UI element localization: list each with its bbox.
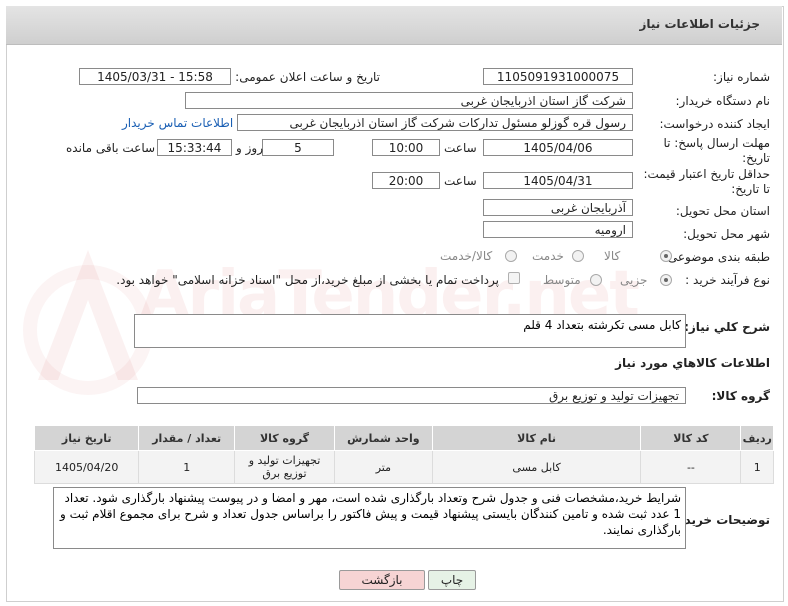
deadline-label-date: تاریخ: <box>742 151 770 165</box>
days-label: روز و <box>236 141 263 155</box>
province-label: استان محل تحویل: <box>675 204 770 218</box>
buyer-notes-textarea[interactable]: شرایط خرید،مشخصات فنی و جدول شرح وتعداد … <box>53 487 686 549</box>
process-radio-medium[interactable] <box>590 274 602 286</box>
column-header-need-date: تاریخ نیاز <box>33 425 140 451</box>
price-validity-label: حداقل تاریخ اعتبار قیمت: <box>643 167 770 181</box>
column-header-unit: واحد شمارش <box>333 425 433 451</box>
creator-field: رسول قره گوزلو مسئول تدارکات شرکت گاز اس… <box>237 114 633 131</box>
price-validity-label-date: تا تاریخ: <box>731 182 770 196</box>
category-label: طبقه بندی موضوعی: <box>663 250 770 264</box>
process-option-minor: جزیی <box>620 273 648 287</box>
buyer-org-label: نام دستگاه خریدار: <box>675 94 771 108</box>
remaining-time-field: 15:33:44 <box>157 139 232 156</box>
treasury-payment-checkbox[interactable] <box>508 272 520 284</box>
category-radio-both[interactable] <box>505 250 517 262</box>
description-textarea[interactable]: کابل مسی تکرشته بتعداد 4 قلم <box>134 314 686 348</box>
process-option-medium: متوسط <box>543 273 581 287</box>
price-validity-date-field: 1405/04/31 <box>483 172 633 189</box>
deadline-time-label: ساعت <box>444 141 477 155</box>
announce-field: 1405/03/31 - 15:58 <box>79 68 231 85</box>
cell-need-date: 1405/04/20 <box>33 450 140 484</box>
category-option-service: خدمت <box>532 249 564 263</box>
contact-info-link[interactable]: اطلاعات تماس خریدار <box>122 116 233 130</box>
category-radio-goods[interactable] <box>660 250 672 262</box>
days-remaining-field: 5 <box>262 139 334 156</box>
price-validity-time-field: 20:00 <box>372 172 440 189</box>
cell-item-group: تجهیزات تولید و توزیع برق <box>234 450 335 484</box>
column-header-item-name: نام کالا <box>431 425 642 451</box>
cell-quantity: 1 <box>138 450 236 484</box>
remaining-label: ساعت باقی مانده <box>66 141 156 155</box>
buyer-org-field: شرکت گاز استان اذربایجان غربی <box>185 92 633 109</box>
treasury-payment-note: پرداخت تمام یا بخشی از مبلغ خرید،از محل … <box>116 273 499 287</box>
cell-item-code: -- <box>640 450 742 484</box>
cell-item-name: کابل مسی <box>431 450 642 484</box>
price-time-label: ساعت <box>444 174 477 188</box>
cell-row-number: 1 <box>740 450 774 484</box>
cell-unit: متر <box>333 450 433 484</box>
panel-header: جزئیات اطلاعات نیاز <box>6 6 782 45</box>
column-header-row-number: ردیف <box>740 425 774 451</box>
province-field: آذربایجان غربی <box>483 199 633 216</box>
process-label: نوع فرآیند خرید : <box>685 273 770 287</box>
category-radio-service[interactable] <box>572 250 584 262</box>
creator-label: ایجاد کننده درخواست: <box>659 117 770 131</box>
table-row: 1 -- کابل مسی متر تجهیزات تولید و توزیع … <box>33 450 774 484</box>
deadline-label: مهلت ارسال پاسخ: تا <box>663 136 770 150</box>
deadline-time-field: 10:00 <box>372 139 440 156</box>
column-header-item-code: کد کالا <box>640 425 742 451</box>
back-button[interactable]: بازگشت <box>339 570 425 590</box>
need-number-label: شماره نیاز: <box>713 70 770 84</box>
deadline-date-field: 1405/04/06 <box>483 139 633 156</box>
panel-title: جزئیات اطلاعات نیاز <box>639 17 760 31</box>
category-option-both: کالا/خدمت <box>440 249 493 263</box>
city-field: ارومیه <box>483 221 633 238</box>
goods-section-title: اطلاعات کالاهاي مورد نياز <box>615 356 770 370</box>
description-label: شرح کلي نياز: <box>684 320 770 334</box>
city-label: شهر محل تحویل: <box>683 227 770 241</box>
process-radio-minor[interactable] <box>660 274 672 286</box>
goods-group-field: تجهیزات تولید و توزیع برق <box>137 387 686 404</box>
column-header-quantity: تعداد / مقدار <box>138 425 236 451</box>
goods-table: ردیف کد کالا نام کالا واحد شمارش گروه کا… <box>33 425 774 484</box>
print-button[interactable]: چاپ <box>428 570 476 590</box>
goods-group-label: گروه کالا: <box>711 389 770 403</box>
need-number-field: 1105091931000075 <box>483 68 633 85</box>
table-header-row: ردیف کد کالا نام کالا واحد شمارش گروه کا… <box>33 425 774 451</box>
column-header-item-group: گروه کالا <box>234 425 335 451</box>
page: جزئیات اطلاعات نیاز AriaTender.net شماره… <box>0 0 788 606</box>
announce-label: تاریخ و ساعت اعلان عمومی: <box>235 70 380 84</box>
category-option-goods: کالا <box>604 249 621 263</box>
